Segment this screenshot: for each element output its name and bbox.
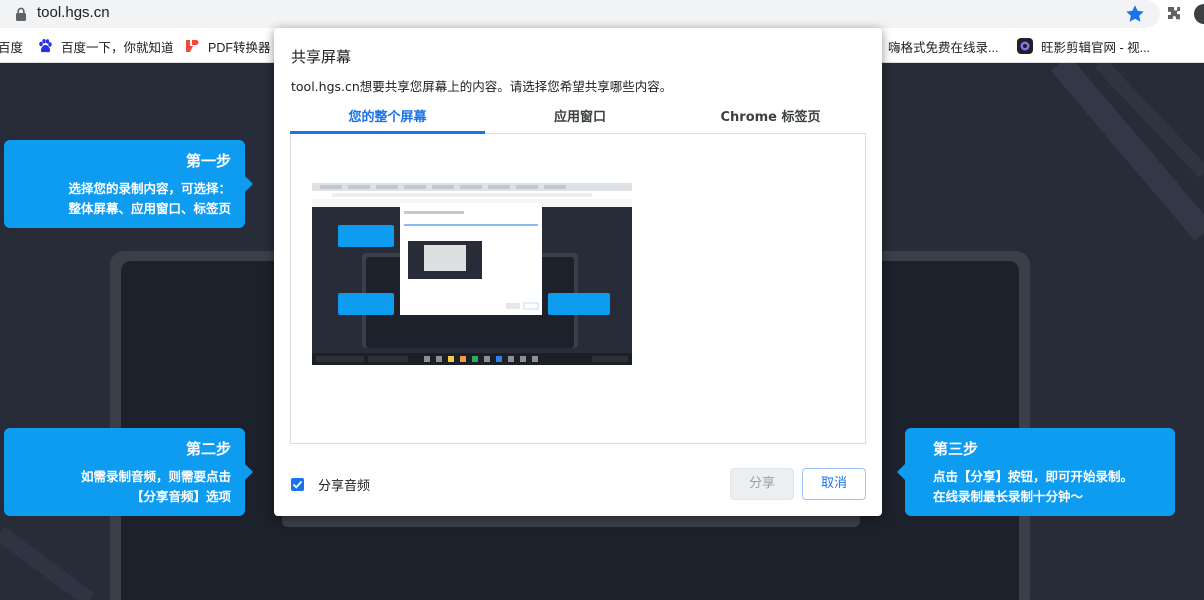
bookmark-star-icon[interactable] (1124, 3, 1146, 25)
callout-line: 【分享音频】选项 (130, 489, 231, 504)
bookmark-item[interactable]: 百度一下，你就知道 (37, 36, 174, 56)
callout-step3: 第三步 点击【分享】按钮，即可开始录制。 在线录制最长录制十分钟～ (897, 428, 1175, 516)
screen-preview-area (290, 134, 866, 444)
share-audio-checkbox[interactable] (291, 477, 304, 491)
callout-line: 如需录制音频，则需要点击 (80, 469, 231, 484)
bookmark-label: 百度一下，你就知道 (61, 40, 174, 55)
callout-title: 第一步 (185, 152, 231, 170)
baidu-paw-icon (39, 39, 52, 53)
share-button[interactable]: 分享 (730, 468, 794, 500)
callout-line: 在线录制最长录制十分钟～ (933, 489, 1084, 504)
dialog-title: 共享屏幕 (291, 48, 352, 66)
extensions-icon[interactable] (1164, 4, 1184, 24)
bookmark-item[interactable]: 旺影剪辑官网 - 视... (1017, 36, 1150, 56)
omnibox[interactable]: tool.hgs.cn (0, 0, 1160, 28)
source-tabs: 您的整个屏幕 应用窗口 Chrome 标签页 (290, 106, 866, 134)
callout-line: 选择您的录制内容，可选择： (68, 181, 231, 196)
address-bar: tool.hgs.cn (0, 0, 1204, 28)
callout-title: 第二步 (185, 440, 231, 458)
dialog-description: tool.hgs.cn想要共享您屏幕上的内容。请选择您希望共享哪些内容。 (291, 79, 673, 94)
bookmark-item[interactable]: 嗨格式免费在线录... (888, 36, 998, 56)
tab-entire-screen[interactable]: 您的整个屏幕 (290, 106, 485, 134)
callout-step1: 第一步 选择您的录制内容，可选择： 整体屏幕、应用窗口、标签页 (4, 140, 253, 228)
bookmark-label: 嗨格式免费在线录... (888, 40, 999, 55)
tab-app-window[interactable]: 应用窗口 (485, 106, 675, 134)
screen-thumbnail-image (312, 183, 632, 365)
bookmark-label: 旺影剪辑官网 - 视... (1041, 40, 1151, 55)
share-audio-label: 分享音频 (318, 478, 371, 494)
lock-icon (16, 7, 26, 21)
cancel-button[interactable]: 取消 (802, 468, 866, 500)
url-text: tool.hgs.cn (37, 4, 110, 21)
bookmark-item[interactable]: 百度 (0, 36, 23, 56)
monitor-base (282, 515, 860, 527)
callout-line: 整体屏幕、应用窗口、标签页 (68, 201, 231, 216)
tab-chrome-tab[interactable]: Chrome 标签页 (675, 106, 866, 134)
callout-title: 第三步 (933, 440, 979, 458)
screen-thumbnail[interactable] (312, 183, 632, 365)
share-screen-dialog: 共享屏幕 tool.hgs.cn想要共享您屏幕上的内容。请选择您希望共享哪些内容… (274, 28, 882, 516)
pdf-logo-icon (186, 40, 199, 52)
bookmark-item[interactable]: PDF转换器 (184, 36, 271, 56)
bookmark-label: 百度 (0, 40, 24, 55)
bookmark-label: PDF转换器 (208, 40, 271, 55)
callout-line: 点击【分享】按钮，即可开始录制。 (933, 469, 1134, 484)
checkmark-icon (292, 480, 303, 489)
share-audio-option[interactable]: 分享音频 (291, 474, 370, 494)
callout-step2: 第二步 如需录制音频，则需要点击 【分享音频】选项 (4, 428, 253, 516)
profile-avatar[interactable] (1194, 4, 1204, 24)
wangying-logo-icon (1017, 38, 1033, 54)
